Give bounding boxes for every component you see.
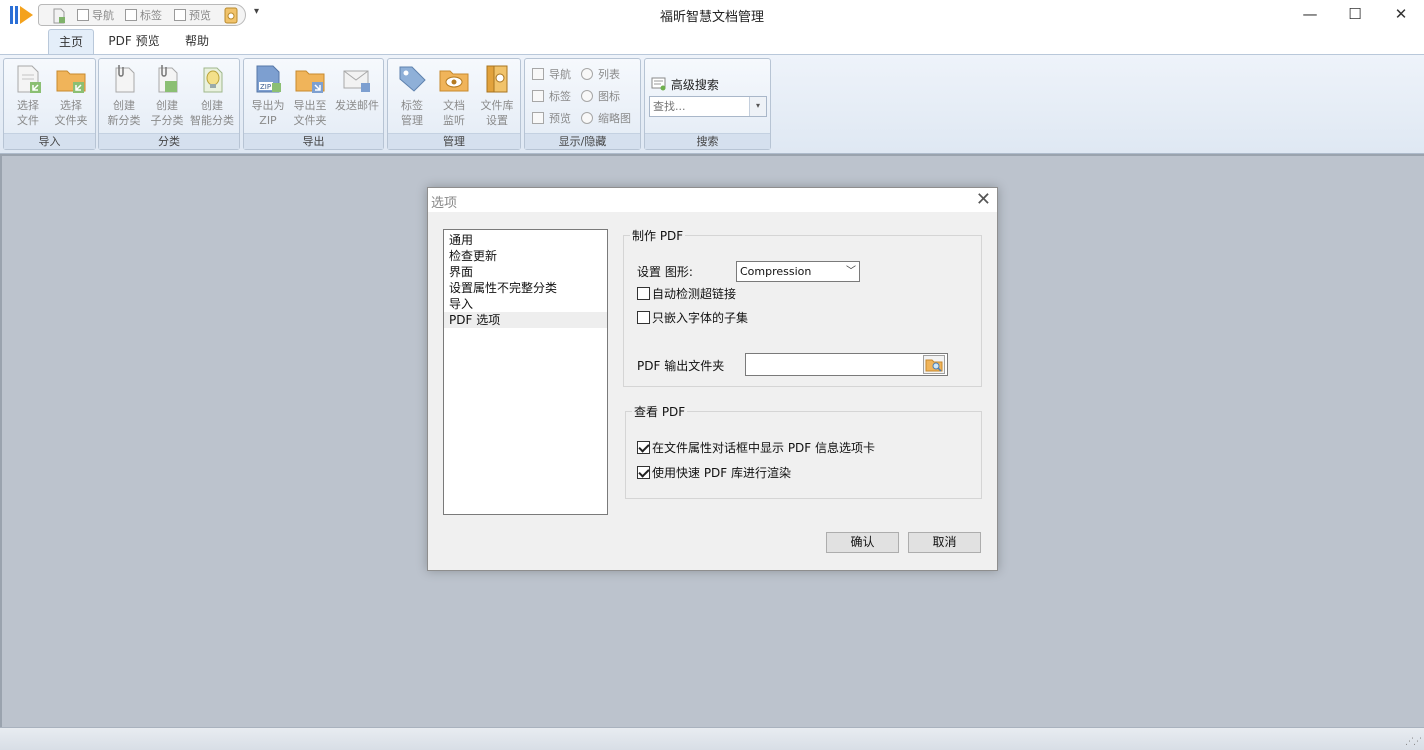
- status-bar: ⋰⋰: [0, 727, 1424, 750]
- dialog-title-bar: 选项 ✕: [428, 188, 997, 212]
- tab-home[interactable]: 主页: [48, 29, 94, 55]
- group-export: ZIP 导出为 ZIP 导出至 文件夹 发送邮件 导出: [243, 58, 384, 150]
- export-folder-button[interactable]: 导出至 文件夹: [290, 63, 330, 128]
- embed-font-subset-option[interactable]: 只嵌入字体的子集: [637, 311, 748, 325]
- resize-grip-icon[interactable]: ⋰⋰: [1405, 737, 1422, 747]
- new-category-icon: [115, 65, 135, 93]
- embed-font-subset-checkbox[interactable]: [637, 311, 650, 324]
- view-pdf-group: 查看 PDF 在文件属性对话框中显示 PDF 信息选项卡 使用快速 PDF 库进…: [625, 403, 982, 499]
- group-search-label: 搜索: [645, 133, 770, 149]
- group-category-label: 分类: [99, 133, 239, 149]
- ribbon: 选择 文件 选择 文件夹 导入 创建 新分类 创建 子分类 创建 智能分类 分类…: [0, 54, 1424, 154]
- ok-button[interactable]: 确认: [826, 532, 899, 553]
- fast-pdf-render-option[interactable]: 使用快速 PDF 库进行渲染: [637, 466, 791, 480]
- select-file-button[interactable]: 选择 文件: [10, 63, 46, 128]
- make-pdf-group: 制作 PDF 设置 图形: Compression ﹀ 自动检测超链接 只嵌入字…: [623, 227, 982, 387]
- select-folder-icon: [56, 70, 86, 93]
- sub-category-icon: [158, 65, 178, 93]
- category-import[interactable]: 导入: [444, 296, 607, 312]
- library-settings-icon: [486, 65, 508, 93]
- show-tags-toggle[interactable]: 标签: [532, 90, 571, 104]
- tag-manage-button[interactable]: 标签 管理: [392, 63, 432, 128]
- group-show-hide-label: 显示/隐藏: [525, 133, 640, 149]
- options-dialog: 选项 ✕ 通用 检查更新 界面 设置属性不完整分类 导入 PDF 选项 制作 P…: [427, 187, 998, 571]
- output-folder-field[interactable]: [745, 353, 948, 376]
- dialog-title: 选项: [431, 196, 458, 211]
- mail-icon: [343, 70, 370, 92]
- view-icon-option[interactable]: 图标: [581, 90, 620, 104]
- new-category-button[interactable]: 创建 新分类: [103, 63, 145, 128]
- output-folder-input[interactable]: [746, 354, 916, 375]
- category-interface[interactable]: 界面: [444, 264, 607, 280]
- show-preview-checkbox[interactable]: [532, 112, 544, 124]
- tab-pdf-preview[interactable]: PDF 预览: [103, 29, 165, 55]
- view-list-option[interactable]: 列表: [581, 68, 620, 82]
- dialog-close-icon[interactable]: ✕: [976, 189, 991, 211]
- view-pdf-legend: 查看 PDF: [632, 403, 688, 420]
- ribbon-tabs: 主页 PDF 预览 帮助: [0, 29, 1424, 55]
- sub-category-button[interactable]: 创建 子分类: [147, 63, 187, 128]
- make-pdf-legend: 制作 PDF: [630, 227, 686, 244]
- export-folder-icon: [295, 70, 325, 93]
- category-pdf-options[interactable]: PDF 选项: [444, 312, 607, 328]
- group-manage: 标签 管理 文档 监听 文件库 设置 管理: [387, 58, 521, 150]
- browse-folder-button[interactable]: [923, 355, 945, 374]
- group-show-hide: 导航 标签 预览 列表 图标 缩略图 显示/隐藏: [524, 58, 641, 150]
- group-import-label: 导入: [4, 133, 95, 149]
- fast-pdf-render-checkbox[interactable]: [637, 466, 650, 479]
- show-tags-checkbox[interactable]: [532, 90, 544, 102]
- zip-icon: ZIP: [256, 65, 281, 93]
- advanced-search-icon: [651, 77, 666, 91]
- group-manage-label: 管理: [388, 133, 520, 149]
- group-search: 高级搜索 ▾ 搜索: [644, 58, 771, 150]
- show-pdf-info-tab-checkbox[interactable]: [637, 441, 650, 454]
- search-input[interactable]: [650, 97, 748, 116]
- export-zip-button[interactable]: ZIP 导出为 ZIP: [248, 63, 288, 128]
- image-setting-label: 设置 图形:: [637, 265, 693, 279]
- close-button[interactable]: ✕: [1378, 0, 1424, 29]
- document-watch-button[interactable]: 文档 监听: [434, 63, 474, 128]
- group-category: 创建 新分类 创建 子分类 创建 智能分类 分类: [98, 58, 240, 150]
- show-navigation-checkbox[interactable]: [532, 68, 544, 80]
- browse-folder-icon: [925, 359, 943, 372]
- minimize-button[interactable]: —: [1287, 0, 1333, 29]
- search-box[interactable]: ▾: [649, 96, 767, 117]
- view-icon-radio[interactable]: [581, 90, 593, 102]
- tag-icon: [399, 66, 426, 92]
- options-category-list[interactable]: 通用 检查更新 界面 设置属性不完整分类 导入 PDF 选项: [443, 229, 608, 515]
- show-navigation-toggle[interactable]: 导航: [532, 68, 571, 82]
- cancel-button[interactable]: 取消: [908, 532, 981, 553]
- group-export-label: 导出: [244, 133, 383, 149]
- view-thumbnail-option[interactable]: 缩略图: [581, 112, 631, 126]
- tab-help[interactable]: 帮助: [175, 29, 219, 55]
- smart-category-icon: [203, 67, 223, 93]
- show-pdf-info-tab-option[interactable]: 在文件属性对话框中显示 PDF 信息选项卡: [637, 441, 875, 455]
- select-file-icon: [17, 65, 41, 93]
- image-setting-select[interactable]: Compression ﹀: [736, 261, 860, 282]
- output-folder-label: PDF 输出文件夹: [637, 359, 725, 373]
- send-mail-button[interactable]: 发送邮件: [332, 63, 382, 113]
- group-import: 选择 文件 选择 文件夹 导入: [3, 58, 96, 150]
- view-list-radio[interactable]: [581, 68, 593, 80]
- select-folder-button[interactable]: 选择 文件夹: [50, 63, 92, 128]
- maximize-button[interactable]: ☐: [1332, 0, 1378, 29]
- search-dropdown-button[interactable]: ▾: [749, 97, 766, 116]
- chevron-down-icon: ﹀: [846, 266, 856, 277]
- auto-detect-links-option[interactable]: 自动检测超链接: [637, 287, 736, 301]
- view-thumbnail-radio[interactable]: [581, 112, 593, 124]
- show-preview-toggle[interactable]: 预览: [532, 112, 571, 126]
- category-check-updates[interactable]: 检查更新: [444, 248, 607, 264]
- category-general[interactable]: 通用: [444, 232, 607, 248]
- auto-detect-links-checkbox[interactable]: [637, 287, 650, 300]
- watch-folder-icon: [439, 70, 469, 92]
- window-title: 福昕智慧文档管理: [659, 10, 764, 25]
- smart-category-button[interactable]: 创建 智能分类: [187, 63, 237, 128]
- category-incomplete-properties[interactable]: 设置属性不完整分类: [444, 280, 607, 296]
- library-settings-button[interactable]: 文件库 设置: [476, 63, 518, 128]
- title-bar: 导航 标签 预览 ▾ 福昕智慧文档管理 — ☐ ✕: [0, 0, 1424, 29]
- advanced-search-button[interactable]: 高级搜索: [651, 76, 719, 93]
- svg-text:ZIP: ZIP: [260, 83, 271, 91]
